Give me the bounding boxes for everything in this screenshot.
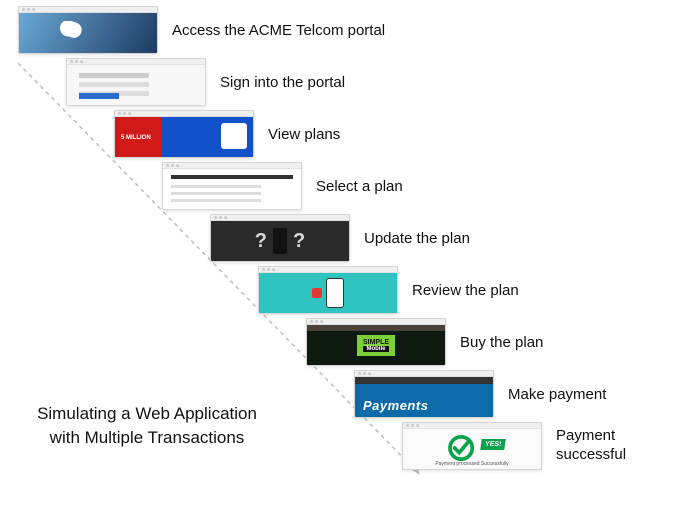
simple-text: SIMPLE [363, 339, 389, 346]
mobile-text: Mobile [363, 346, 389, 352]
step-label: Buy the plan [460, 334, 543, 351]
thumbnail-make-payment: Payments [354, 370, 494, 418]
step-payment-successful: YES! Payment processed Successfully Paym… [402, 422, 636, 470]
thumbnail-payment-successful: YES! Payment processed Successfully [402, 422, 542, 470]
step-buy-plan: SIMPLEMobile Buy the plan [306, 318, 543, 366]
step-update-plan: Update the plan [210, 214, 470, 262]
thumbnail-access-portal [18, 6, 158, 54]
step-label: Review the plan [412, 282, 519, 299]
step-view-plans: 5 MILLION View plans [114, 110, 340, 158]
thumbnail-review-plan [258, 266, 398, 314]
step-sign-in: Sign into the portal [66, 58, 345, 106]
step-select-plan: Select a plan [162, 162, 403, 210]
step-review-plan: Review the plan [258, 266, 519, 314]
step-label: Access the ACME Telcom portal [172, 22, 385, 39]
step-label: View plans [268, 126, 340, 143]
step-label: Select a plan [316, 178, 403, 195]
thumbnail-select-plan [162, 162, 302, 210]
diagram-caption: Simulating a Web Application with Multip… [22, 402, 272, 451]
thumbnail-update-plan [210, 214, 350, 262]
thumbnail-buy-plan: SIMPLEMobile [306, 318, 446, 366]
success-message: Payment processed Successfully [403, 461, 541, 467]
step-label: Sign into the portal [220, 74, 345, 91]
step-label: Update the plan [364, 230, 470, 247]
thumbnail-view-plans: 5 MILLION [114, 110, 254, 158]
step-label: Payment successful [556, 427, 636, 465]
caption-line-2: with Multiple Transactions [22, 426, 272, 451]
yes-badge: YES! [480, 439, 506, 450]
payments-text: Payments [355, 398, 428, 417]
step-make-payment: Payments Make payment [354, 370, 606, 418]
step-label: Make payment [508, 386, 606, 403]
caption-line-1: Simulating a Web Application [22, 402, 272, 427]
thumbnail-sign-in [66, 58, 206, 106]
five-million-text: 5 MILLION [121, 135, 151, 141]
checkmark-icon [448, 435, 478, 461]
step-access-portal: Access the ACME Telcom portal [18, 6, 385, 54]
